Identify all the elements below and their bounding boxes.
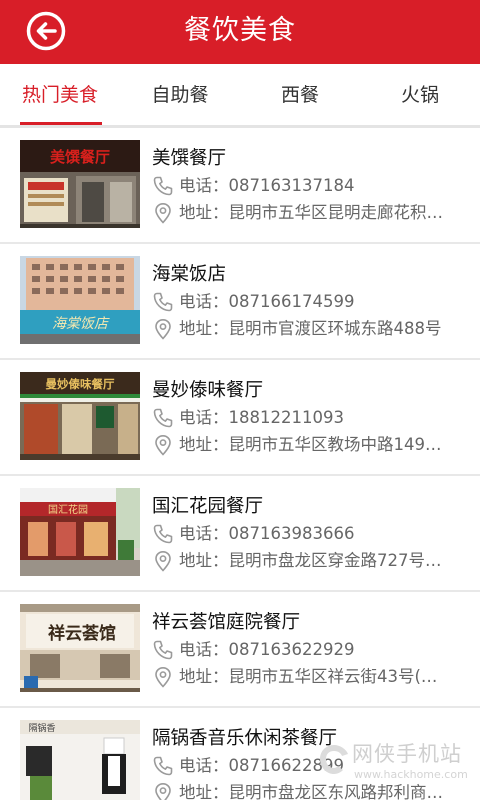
- watermark-url: www.hackhome.com: [354, 768, 468, 781]
- restaurant-photo: 海棠饭店: [20, 256, 140, 344]
- list-item[interactable]: 曼妙傣味餐厅 曼妙傣味餐厅 电话：18812211093 地址：昆明市五华区教场…: [0, 360, 480, 476]
- svg-text:美馔餐厅: 美馔餐厅: [50, 148, 110, 166]
- list-item[interactable]: 祥云荟馆 祥云荟馆庭院餐厅 电话：087163622929 地址：昆明市五华区祥…: [0, 592, 480, 708]
- restaurant-name: 美馔餐厅: [152, 148, 227, 169]
- address-text: 地址：昆明市盘龙区穿金路727号…: [179, 551, 442, 570]
- restaurant-photo: 祥云荟馆: [20, 604, 140, 692]
- restaurant-photo: 隔锅香: [20, 720, 140, 800]
- tab-hot-food[interactable]: 热门美食: [0, 64, 120, 126]
- restaurant-list[interactable]: 美馔餐厅 美馔餐厅 电话：087163137184 地址：昆明市五华区昆明走廊花…: [0, 128, 480, 800]
- svg-text:隔锅香: 隔锅香: [28, 723, 55, 733]
- svg-text:国汇花园: 国汇花园: [48, 503, 88, 516]
- phone-icon: [153, 408, 173, 428]
- phone-text: 电话：087163137184: [179, 176, 355, 195]
- address-text: 地址：昆明市官渡区环城东路488号: [179, 319, 442, 338]
- phone-icon: [153, 640, 173, 660]
- tab-western[interactable]: 西餐: [240, 64, 360, 126]
- phone-text: 电话：087163622929: [179, 640, 355, 659]
- tab-hotpot[interactable]: 火锅: [360, 64, 480, 126]
- watermark: 网侠手机站 www.hackhome.com: [312, 736, 480, 796]
- category-tabs: 热门美食 自助餐 西餐 火锅: [0, 64, 480, 126]
- phone-text: 电话：18812211093: [179, 408, 344, 427]
- address-text: 地址：昆明市五华区祥云街43号(…: [179, 667, 438, 686]
- restaurant-name: 国汇花园餐厅: [152, 496, 264, 517]
- phone-text: 电话：087166174599: [179, 292, 355, 311]
- top-app-bar: 餐饮美食: [0, 0, 480, 64]
- phone-icon: [153, 292, 173, 312]
- restaurant-name: 曼妙傣味餐厅: [152, 380, 264, 401]
- phone-icon: [153, 176, 173, 196]
- location-pin-icon: [155, 666, 171, 688]
- list-item[interactable]: 美馔餐厅 美馔餐厅 电话：087163137184 地址：昆明市五华区昆明走廊花…: [0, 128, 480, 244]
- restaurant-photo: 国汇花园: [20, 488, 140, 576]
- phone-icon: [153, 524, 173, 544]
- restaurant-name: 隔锅香音乐休闲茶餐厅: [152, 728, 338, 749]
- location-pin-icon: [155, 202, 171, 224]
- location-pin-icon: [155, 318, 171, 340]
- list-item[interactable]: 海棠饭店 海棠饭店 电话：087166174599 地址：昆明市官渡区环城东路4…: [0, 244, 480, 360]
- svg-text:祥云荟馆: 祥云荟馆: [48, 623, 116, 643]
- restaurant-name: 海棠饭店: [152, 264, 227, 285]
- address-text: 地址：昆明市五华区昆明走廊花积…: [179, 203, 443, 222]
- watermark-logo-icon: [320, 745, 348, 774]
- phone-text: 电话：087163983666: [179, 524, 355, 543]
- svg-text:曼妙傣味餐厅: 曼妙傣味餐厅: [46, 377, 115, 391]
- list-item[interactable]: 国汇花园 国汇花园餐厅 电话：087163983666 地址：昆明市盘龙区穿金路…: [0, 476, 480, 592]
- svg-text:海棠饭店: 海棠饭店: [52, 316, 110, 332]
- restaurant-photo: 美馔餐厅: [20, 140, 140, 228]
- restaurant-photo: 曼妙傣味餐厅: [20, 372, 140, 460]
- restaurant-name: 祥云荟馆庭院餐厅: [152, 612, 301, 633]
- location-pin-icon: [155, 550, 171, 572]
- phone-icon: [153, 756, 173, 776]
- location-pin-icon: [155, 434, 171, 456]
- location-pin-icon: [155, 782, 171, 800]
- tab-buffet[interactable]: 自助餐: [120, 64, 240, 126]
- page-title: 餐饮美食: [184, 15, 296, 46]
- watermark-title: 网侠手机站: [352, 742, 462, 766]
- address-text: 地址：昆明市五华区教场中路149…: [179, 435, 442, 454]
